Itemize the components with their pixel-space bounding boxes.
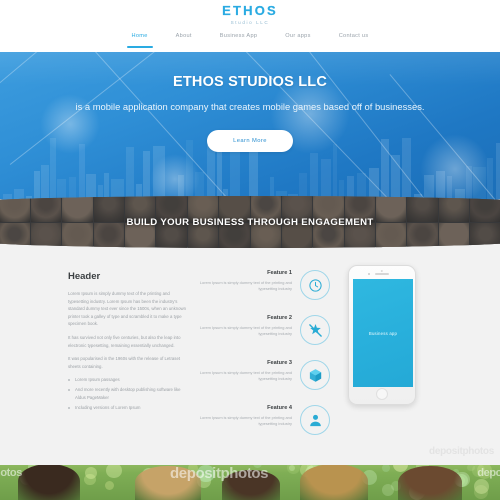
feature-item-4: Feature 4 Lorem Ipsum is simply dummy tex…: [198, 405, 330, 450]
logo-tagline: Studio LLC: [230, 20, 270, 25]
learn-more-button[interactable]: Learn More: [207, 130, 293, 152]
left-bullet-list: Lorem Ipsum passages And more recently wi…: [68, 376, 186, 411]
site-logo[interactable]: ETHOS Studio LLC: [0, 3, 500, 26]
nav-item-about[interactable]: About: [176, 33, 192, 43]
main-navigation: Home About Business App Our apps Contact us: [0, 33, 500, 43]
clock-icon[interactable]: [300, 270, 330, 300]
person-silhouette-3: [222, 470, 280, 500]
hero-content: ETHOS STUDIOS LLC is a mobile applicatio…: [0, 44, 500, 209]
feature-item-2: Feature 2 Lorem Ipsum is simply dummy tex…: [198, 315, 330, 360]
bokeh-circle: [105, 480, 115, 490]
phone-screen-label: Business app: [368, 330, 398, 336]
hero-title: ETHOS STUDIOS LLC: [172, 74, 328, 90]
feature-title: Feature 3: [267, 360, 292, 366]
logo-wordmark: ETHOS: [222, 3, 278, 18]
nav-item-our-apps[interactable]: Our apps: [285, 33, 310, 43]
phone-home-button[interactable]: [376, 388, 388, 400]
page-root: ETHOS Studio LLC Home About Business App Ou…: [0, 0, 500, 500]
page-header-title: Header: [68, 271, 101, 282]
hero-subtitle: is a mobile application company that cre…: [75, 101, 425, 112]
sparkle-icon[interactable]: [300, 315, 330, 345]
left-paragraph-3: It was popularised in the 1960s with the…: [68, 356, 181, 369]
feature-description: Lorem Ipsum is simply dummy text of the …: [199, 370, 292, 381]
hero-section: ETHOS STUDIOS LLC is a mobile applicatio…: [0, 44, 500, 209]
bokeh-circle: [381, 484, 394, 497]
engagement-banner-text: BUILD YOUR BUSINESS THROUGH ENGAGEMENT: [126, 216, 374, 228]
phone-screen[interactable]: Business app: [353, 279, 413, 387]
person-silhouette-5: [398, 466, 462, 500]
box-icon[interactable]: [300, 360, 330, 390]
bokeh-circle: [477, 463, 493, 479]
phone-camera-icon: [368, 273, 370, 275]
feature-description: Lorem Ipsum is simply dummy text of the …: [199, 415, 292, 426]
feature-title: Feature 1: [267, 270, 292, 276]
bullet-item: Lorem Ipsum passages: [68, 376, 186, 383]
content-section: Header Lorem Ipsum is simply dummy text …: [0, 230, 500, 465]
phone-speaker-icon: [375, 273, 389, 275]
person-silhouette-1: [18, 464, 80, 500]
watermark-top-right: depositphotos: [429, 446, 494, 457]
phone-sensor-icon: [380, 269, 384, 272]
user-icon[interactable]: [300, 405, 330, 435]
feature-item-3: Feature 3 Lorem Ipsum is simply dummy tex…: [198, 360, 330, 405]
features-column: Feature 1 Lorem Ipsum is simply dummy tex…: [198, 270, 330, 450]
feature-title: Feature 4: [267, 405, 292, 411]
nav-item-business-app[interactable]: Business App: [220, 33, 258, 43]
top-bar: ETHOS Studio LLC: [0, 0, 500, 52]
person-silhouette-2: [135, 466, 201, 500]
feature-item-1: Feature 1 Lorem Ipsum is simply dummy tex…: [198, 270, 330, 315]
person-silhouette-4: [300, 464, 368, 500]
left-paragraphs: Lorem Ipsum is simply dummy text of the …: [68, 290, 186, 370]
bokeh-circle: [85, 466, 98, 479]
left-text-column: Header Lorem Ipsum is simply dummy text …: [68, 271, 186, 413]
feature-title: Feature 2: [267, 315, 292, 321]
feature-description: Lorem Ipsum is simply dummy text of the …: [199, 325, 292, 336]
phone-mockup: Business app: [348, 265, 416, 405]
nav-item-contact-us[interactable]: Contact us: [339, 33, 369, 43]
bullet-item: Including versions of Lorem Ipsum: [68, 404, 186, 411]
left-paragraph-2: It has survived not only five centuries,…: [68, 334, 181, 348]
bullet-item: And more recently with desktop publishin…: [68, 386, 186, 401]
feature-description: Lorem Ipsum is simply dummy text of the …: [199, 280, 292, 291]
nav-item-home[interactable]: Home: [132, 33, 148, 43]
left-paragraph-1: Lorem Ipsum is simply dummy text of the …: [68, 291, 186, 327]
